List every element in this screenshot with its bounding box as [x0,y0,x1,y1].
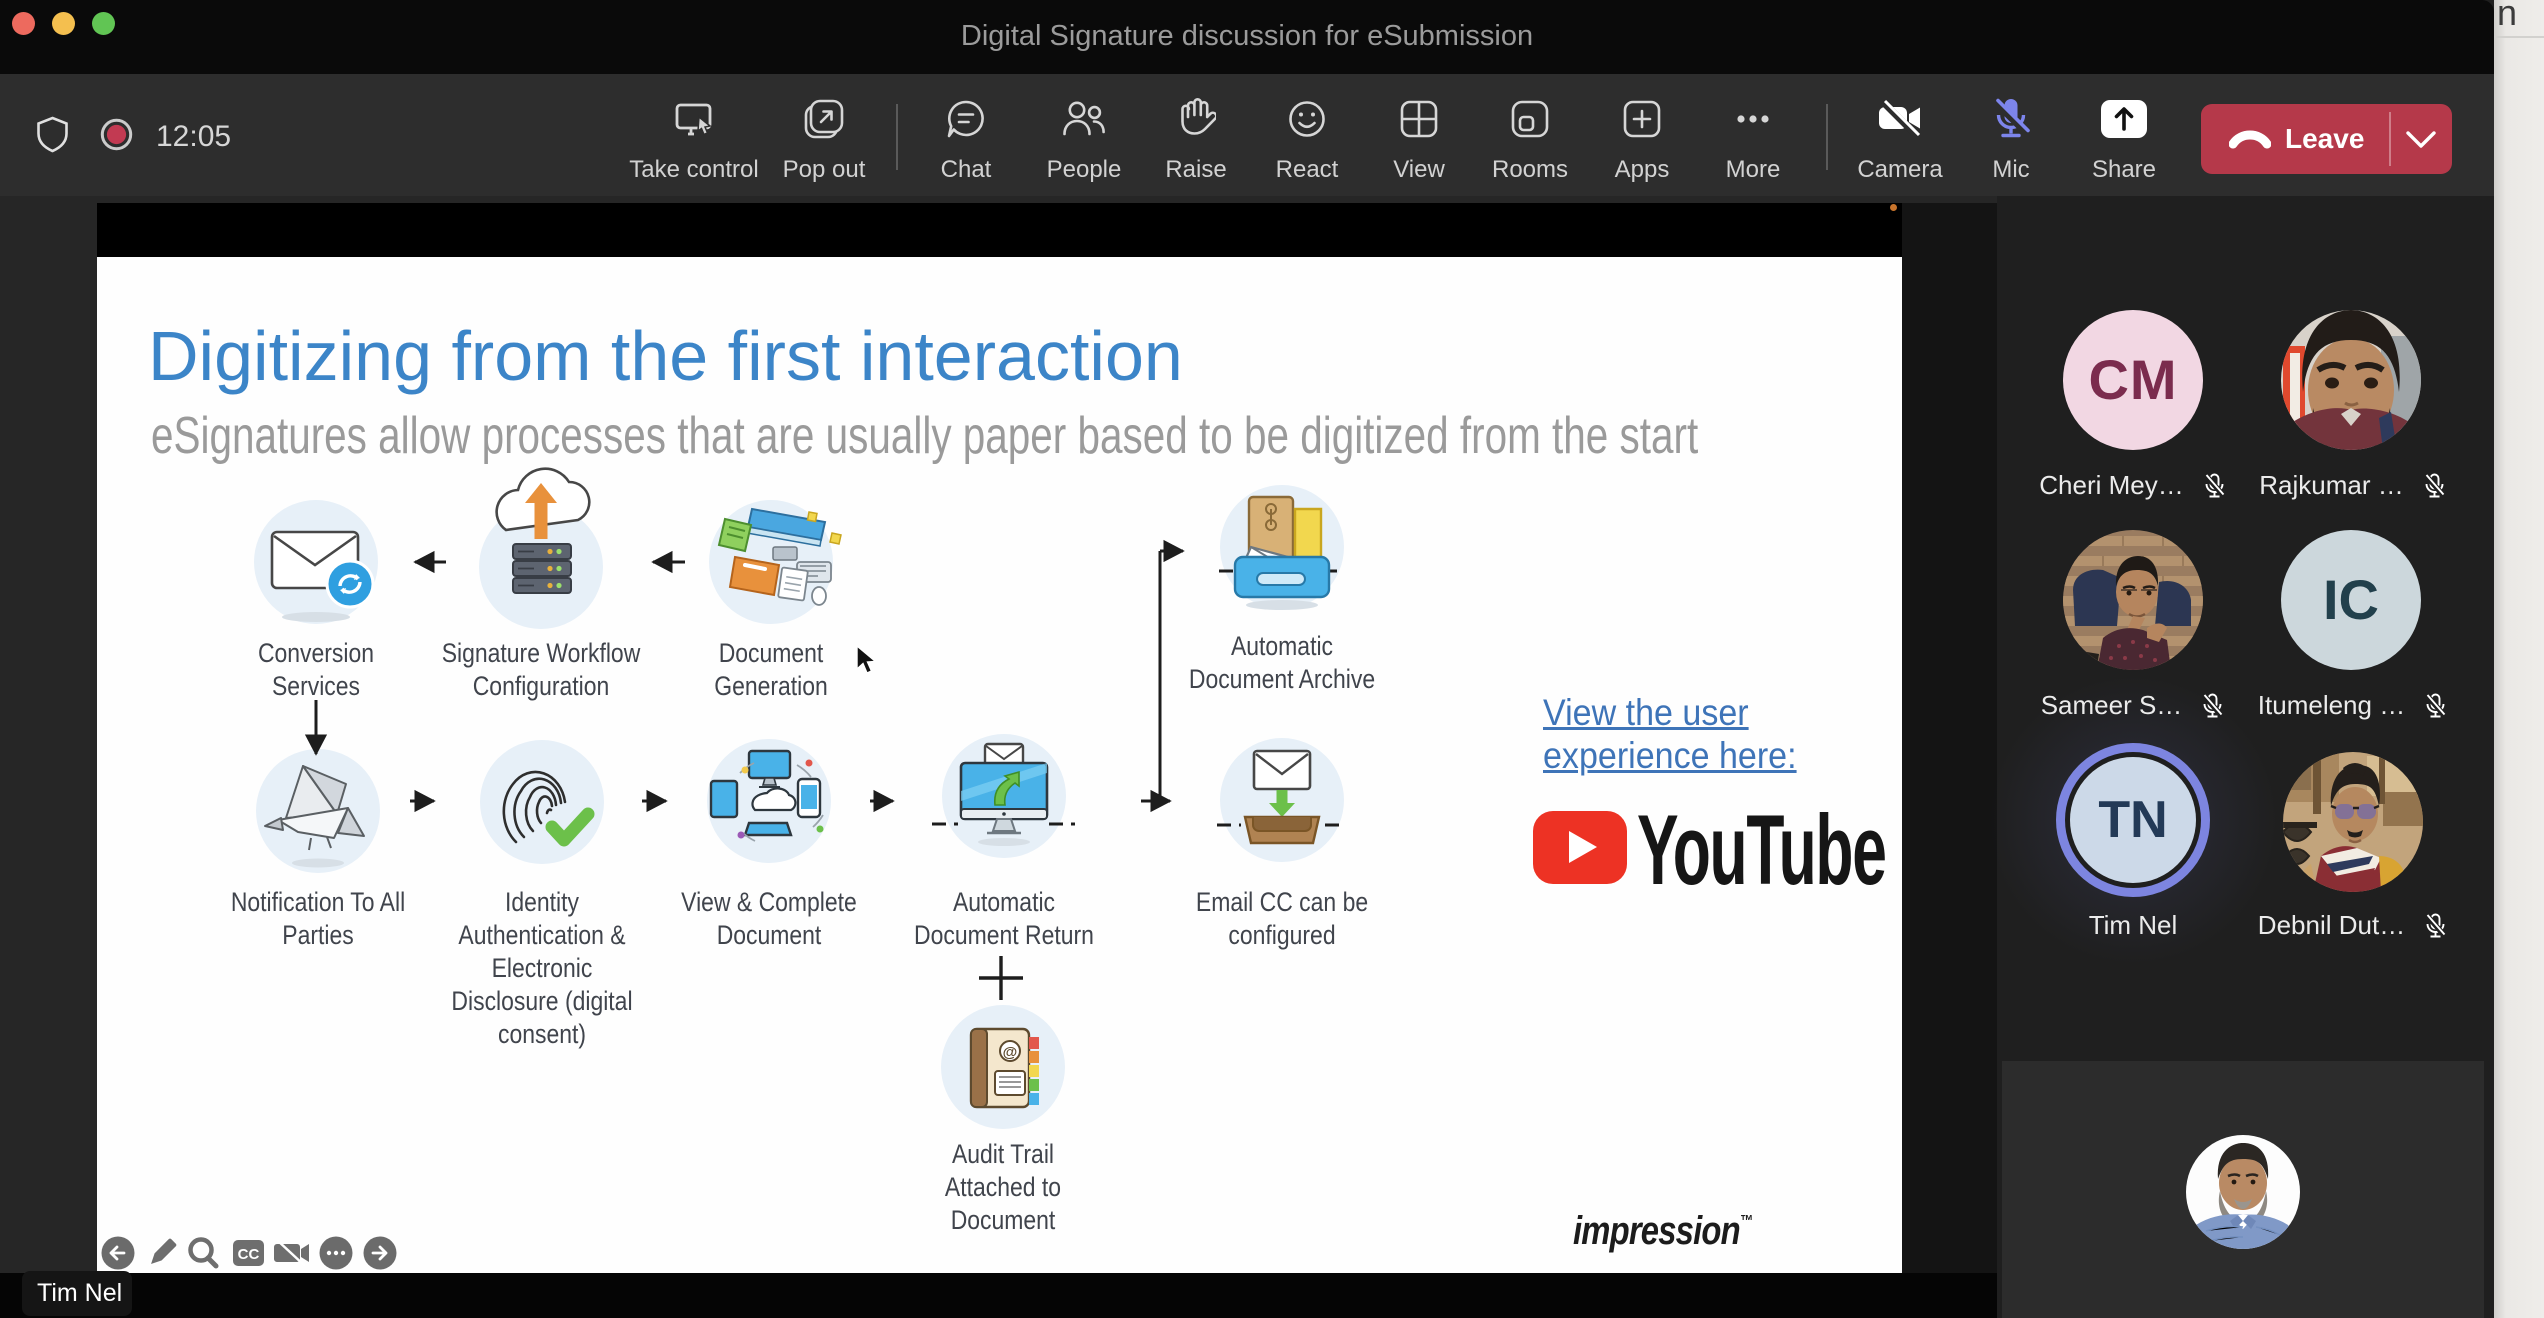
svg-text:CC: CC [238,1246,260,1263]
